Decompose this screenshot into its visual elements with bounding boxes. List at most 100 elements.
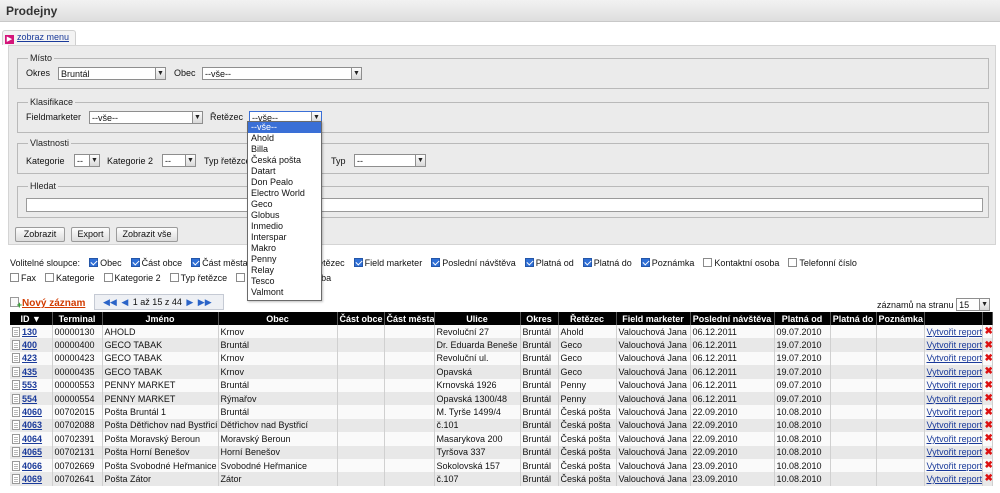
checkbox[interactable]: [10, 273, 19, 282]
new-record-link[interactable]: Nový záznam: [22, 298, 85, 309]
dropdown-option[interactable]: Globus: [248, 210, 321, 221]
next-page-icon[interactable]: ▶: [186, 297, 193, 307]
new-record[interactable]: Nový záznam: [10, 297, 85, 310]
kategorie-select[interactable]: -- ▼: [74, 154, 100, 167]
column-toggle[interactable]: Platná do: [582, 258, 632, 268]
column-toggle[interactable]: Fax: [10, 273, 36, 283]
checkbox[interactable]: [431, 258, 441, 267]
fieldmarketer-select[interactable]: --vše-- ▼: [89, 111, 203, 124]
id-link[interactable]: 554: [22, 394, 37, 404]
create-report-link[interactable]: Vytvořit report: [927, 327, 982, 337]
create-report-link[interactable]: Vytvořit report: [927, 340, 982, 350]
checkbox[interactable]: [45, 273, 55, 282]
id-link[interactable]: 130: [22, 327, 37, 337]
column-toggle[interactable]: Kontaktní osoba: [703, 258, 779, 268]
checkbox[interactable]: [169, 273, 179, 282]
first-page-icon[interactable]: ◀◀: [103, 297, 117, 307]
prev-page-icon[interactable]: ◀: [121, 297, 128, 307]
last-page-icon[interactable]: ▶▶: [198, 297, 212, 307]
delete-icon[interactable]: ✖: [985, 447, 992, 458]
delete-icon[interactable]: ✖: [985, 393, 992, 404]
column-toggle[interactable]: Platná od: [524, 258, 574, 268]
okres-select[interactable]: Bruntál ▼: [58, 67, 166, 80]
checkbox[interactable]: [524, 258, 534, 267]
id-link[interactable]: 4064: [22, 434, 42, 444]
id-link[interactable]: 4069: [22, 474, 42, 484]
checkbox[interactable]: [582, 258, 592, 267]
dropdown-option[interactable]: --vše--: [248, 122, 321, 133]
column-toggle[interactable]: Kategorie: [45, 273, 95, 283]
column-toggle[interactable]: Field marketer: [353, 258, 422, 268]
checkbox[interactable]: [640, 258, 650, 267]
delete-icon[interactable]: ✖: [985, 353, 992, 364]
delete-icon[interactable]: ✖: [985, 326, 992, 337]
id-link[interactable]: 400: [22, 340, 37, 350]
checkbox[interactable]: [103, 273, 113, 282]
show-menu-link[interactable]: zobraz menu: [17, 32, 69, 42]
dropdown-option[interactable]: Electro World: [248, 188, 321, 199]
menu-tab[interactable]: ▶ zobraz menu: [2, 30, 77, 45]
create-report-link[interactable]: Vytvořit report: [927, 394, 982, 404]
delete-icon[interactable]: ✖: [985, 366, 992, 377]
create-report-link[interactable]: Vytvořit report: [927, 380, 982, 390]
obec-select[interactable]: --vše-- ▼: [202, 67, 362, 80]
sort-desc-icon[interactable]: ▼: [30, 314, 41, 324]
id-link[interactable]: 4063: [22, 420, 42, 430]
kategorie2-select[interactable]: -- ▼: [162, 154, 196, 167]
column-header[interactable]: ID ▼: [10, 312, 53, 325]
dropdown-option[interactable]: Datart: [248, 166, 321, 177]
delete-icon[interactable]: ✖: [985, 473, 992, 484]
column-toggle[interactable]: Obec: [89, 258, 122, 268]
per-page-select[interactable]: 15 ▼: [956, 298, 991, 311]
checkbox[interactable]: [236, 273, 246, 282]
dropdown-option[interactable]: Tesco: [248, 276, 321, 287]
column-toggle[interactable]: Část obce: [130, 258, 182, 268]
id-link[interactable]: 553: [22, 380, 37, 390]
dropdown-option[interactable]: Inmedio: [248, 221, 321, 232]
export-button[interactable]: Export: [71, 227, 110, 242]
zobrazit-button[interactable]: Zobrazit: [15, 227, 65, 242]
create-report-link[interactable]: Vytvořit report: [927, 447, 982, 457]
id-link[interactable]: 4065: [22, 447, 42, 457]
delete-icon[interactable]: ✖: [985, 420, 992, 431]
create-report-link[interactable]: Vytvořit report: [927, 353, 982, 363]
create-report-link[interactable]: Vytvořit report: [927, 461, 982, 471]
dropdown-option[interactable]: Relay: [248, 265, 321, 276]
delete-icon[interactable]: ✖: [985, 407, 992, 418]
create-report-link[interactable]: Vytvořit report: [927, 434, 982, 444]
checkbox[interactable]: [788, 258, 798, 267]
dropdown-option[interactable]: Billa: [248, 144, 321, 155]
create-report-link[interactable]: Vytvořit report: [927, 420, 982, 430]
dropdown-option[interactable]: Ahold: [248, 133, 321, 144]
column-toggle[interactable]: Typ řetězce: [169, 273, 227, 283]
column-toggle[interactable]: Poznámka: [640, 258, 694, 268]
checkbox[interactable]: [191, 258, 201, 267]
dropdown-option[interactable]: Don Pealo: [248, 177, 321, 188]
column-toggle[interactable]: Poslední návštěva: [431, 258, 516, 268]
typ-select[interactable]: -- ▼: [354, 154, 426, 167]
delete-icon[interactable]: ✖: [985, 380, 992, 391]
create-report-link[interactable]: Vytvořit report: [927, 407, 982, 417]
column-toggle[interactable]: Telefonní číslo: [788, 258, 857, 268]
delete-icon[interactable]: ✖: [985, 460, 992, 471]
create-report-link[interactable]: Vytvořit report: [927, 474, 982, 484]
zobrazit-vse-button[interactable]: Zobrazit vše: [116, 227, 178, 242]
search-input[interactable]: [26, 198, 983, 212]
id-link[interactable]: 4066: [22, 461, 42, 471]
id-link[interactable]: 423: [22, 353, 37, 363]
checkbox[interactable]: [353, 258, 363, 267]
checkbox[interactable]: [89, 258, 99, 267]
dropdown-option[interactable]: Geco: [248, 199, 321, 210]
dropdown-option[interactable]: Česká pošta: [248, 155, 321, 166]
dropdown-option[interactable]: Interspar: [248, 232, 321, 243]
dropdown-option[interactable]: Valmont: [248, 287, 321, 298]
column-toggle[interactable]: Kategorie 2: [103, 273, 161, 283]
dropdown-option[interactable]: Makro: [248, 243, 321, 254]
dropdown-option[interactable]: Penny: [248, 254, 321, 265]
delete-icon[interactable]: ✖: [985, 340, 992, 351]
delete-icon[interactable]: ✖: [985, 433, 992, 444]
checkbox[interactable]: [130, 258, 140, 267]
id-link[interactable]: 4060: [22, 407, 42, 417]
checkbox[interactable]: [703, 258, 713, 267]
retezec-dropdown-list[interactable]: --vše-- Ahold Billa Česká pošta Datart Don Pe…: [247, 121, 322, 301]
